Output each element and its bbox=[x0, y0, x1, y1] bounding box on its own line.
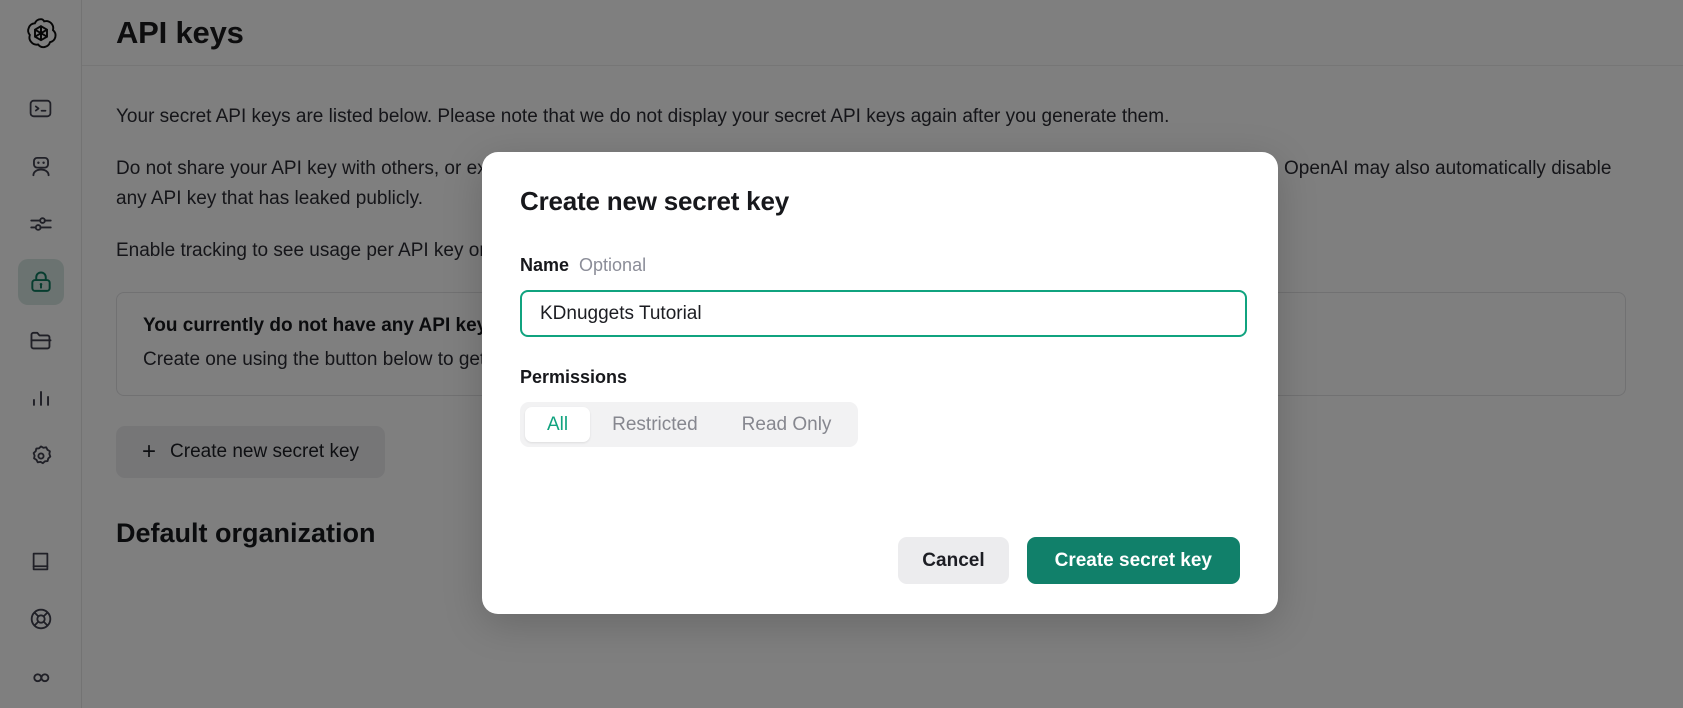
permission-option-restricted[interactable]: Restricted bbox=[590, 407, 720, 442]
name-field-label-row: Name Optional bbox=[520, 255, 1240, 276]
app-root: API keys Your secret API keys are listed… bbox=[0, 0, 1683, 708]
name-input[interactable] bbox=[520, 290, 1247, 337]
permissions-label: Permissions bbox=[520, 367, 628, 387]
permission-option-all[interactable]: All bbox=[525, 407, 591, 442]
create-secret-key-dialog: Create new secret key Name Optional Perm… bbox=[482, 152, 1278, 614]
name-label: Name bbox=[520, 255, 570, 275]
dialog-actions: Cancel Create secret key bbox=[898, 537, 1240, 584]
permission-option-read-only[interactable]: Read Only bbox=[720, 407, 854, 442]
create-secret-key-submit-button[interactable]: Create secret key bbox=[1026, 537, 1240, 584]
cancel-button[interactable]: Cancel bbox=[898, 537, 1009, 584]
permissions-segmented-control: All Restricted Read Only bbox=[520, 402, 859, 447]
name-optional-hint: Optional bbox=[579, 255, 647, 275]
dialog-title: Create new secret key bbox=[520, 186, 789, 216]
